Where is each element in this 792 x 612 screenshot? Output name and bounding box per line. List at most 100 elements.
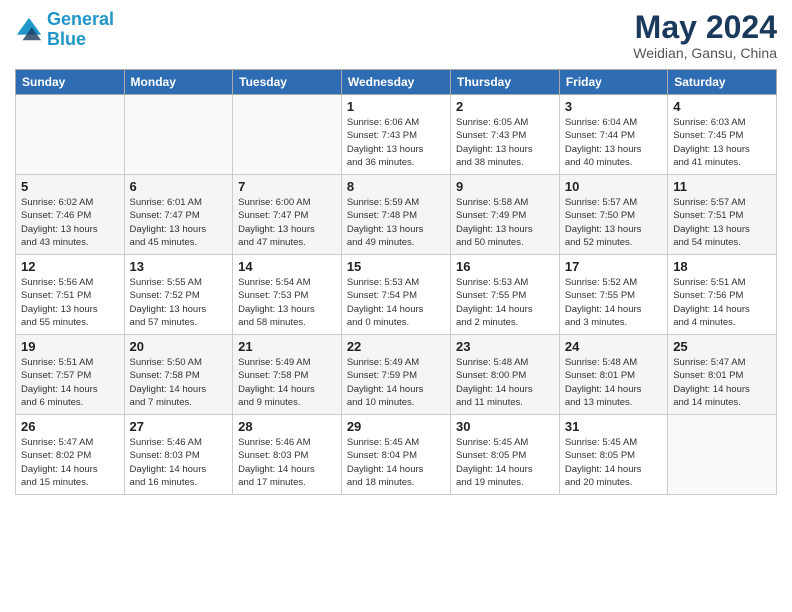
- col-monday: Monday: [124, 70, 233, 95]
- table-cell: 7Sunrise: 6:00 AM Sunset: 7:47 PM Daylig…: [233, 175, 342, 255]
- table-cell: 12Sunrise: 5:56 AM Sunset: 7:51 PM Dayli…: [16, 255, 125, 335]
- day-number: 3: [565, 99, 662, 114]
- day-info: Sunrise: 5:49 AM Sunset: 7:59 PM Dayligh…: [347, 356, 445, 409]
- day-number: 27: [130, 419, 228, 434]
- table-cell: 23 Sunrise: 5:48 AM Sunset: 8:00 PM Dayli…: [451, 335, 560, 415]
- day-info: Sunrise: 5:57 AM Sunset: 7:51 PM Dayligh…: [673, 196, 771, 249]
- table-cell: 19 Sunrise: 5:51 AM Sunset: 7:57 PM Dayli…: [16, 335, 125, 415]
- day-number: 9: [456, 179, 554, 194]
- day-info: Sunrise: 5:45 AM Sunset: 8:05 PM Dayligh…: [456, 436, 554, 489]
- table-cell: [124, 95, 233, 175]
- day-number: 8: [347, 179, 445, 194]
- col-thursday: Thursday: [451, 70, 560, 95]
- day-info: Sunrise: 5:45 AM Sunset: 8:05 PM Dayligh…: [565, 436, 662, 489]
- day-info: Sunrise: 5:53 AM Sunset: 7:55 PM Dayligh…: [456, 276, 554, 329]
- day-number: 26: [21, 419, 119, 434]
- day-info: Sunrise: 5:59 AM Sunset: 7:48 PM Dayligh…: [347, 196, 445, 249]
- table-cell: 5Sunrise: 6:02 AM Sunset: 7:46 PM Daylig…: [16, 175, 125, 255]
- table-cell: 27 Sunrise: 5:46 AM Sunset: 8:03 PM Dayli…: [124, 415, 233, 495]
- day-number: 10: [565, 179, 662, 194]
- day-number: 1: [347, 99, 445, 114]
- table-cell: 4 Sunrise: 6:03 AM Sunset: 7:45 PM Daylig…: [668, 95, 777, 175]
- day-info: Sunrise: 5:47 AM Sunset: 8:02 PM Dayligh…: [21, 436, 119, 489]
- day-info: Sunrise: 6:01 AM Sunset: 7:47 PM Dayligh…: [130, 196, 228, 249]
- table-cell: [233, 95, 342, 175]
- day-number: 19: [21, 339, 119, 354]
- table-cell: [16, 95, 125, 175]
- table-cell: 10Sunrise: 5:57 AM Sunset: 7:50 PM Dayli…: [559, 175, 667, 255]
- logo-icon: [15, 16, 43, 44]
- day-number: 13: [130, 259, 228, 274]
- day-info: Sunrise: 5:51 AM Sunset: 7:56 PM Dayligh…: [673, 276, 771, 329]
- table-cell: 20 Sunrise: 5:50 AM Sunset: 7:58 PM Dayli…: [124, 335, 233, 415]
- day-info: Sunrise: 6:05 AM Sunset: 7:43 PM Dayligh…: [456, 116, 554, 169]
- day-number: 4: [673, 99, 771, 114]
- day-number: 23: [456, 339, 554, 354]
- day-number: 25: [673, 339, 771, 354]
- day-info: Sunrise: 5:58 AM Sunset: 7:49 PM Dayligh…: [456, 196, 554, 249]
- day-number: 20: [130, 339, 228, 354]
- day-number: 29: [347, 419, 445, 434]
- logo-text: General Blue: [47, 10, 114, 50]
- logo: General Blue: [15, 10, 114, 50]
- day-info: Sunrise: 5:47 AM Sunset: 8:01 PM Dayligh…: [673, 356, 771, 409]
- day-info: Sunrise: 5:55 AM Sunset: 7:52 PM Dayligh…: [130, 276, 228, 329]
- table-cell: 13 Sunrise: 5:55 AM Sunset: 7:52 PM Dayli…: [124, 255, 233, 335]
- day-number: 6: [130, 179, 228, 194]
- table-cell: 15Sunrise: 5:53 AM Sunset: 7:54 PM Dayli…: [341, 255, 450, 335]
- day-number: 22: [347, 339, 445, 354]
- day-info: Sunrise: 5:46 AM Sunset: 8:03 PM Dayligh…: [238, 436, 336, 489]
- col-wednesday: Wednesday: [341, 70, 450, 95]
- week-row-1: 1Sunrise: 6:06 AM Sunset: 7:43 PM Daylig…: [16, 95, 777, 175]
- page: General Blue May 2024 Weidian, Gansu, Ch…: [0, 0, 792, 612]
- day-info: Sunrise: 6:00 AM Sunset: 7:47 PM Dayligh…: [238, 196, 336, 249]
- table-cell: [668, 415, 777, 495]
- table-cell: 30Sunrise: 5:45 AM Sunset: 8:05 PM Dayli…: [451, 415, 560, 495]
- month-title: May 2024: [633, 10, 777, 45]
- table-cell: 31 Sunrise: 5:45 AM Sunset: 8:05 PM Dayli…: [559, 415, 667, 495]
- table-cell: 21 Sunrise: 5:49 AM Sunset: 7:58 PM Dayli…: [233, 335, 342, 415]
- table-cell: 17 Sunrise: 5:52 AM Sunset: 7:55 PM Dayli…: [559, 255, 667, 335]
- title-block: May 2024 Weidian, Gansu, China: [633, 10, 777, 61]
- week-row-2: 5Sunrise: 6:02 AM Sunset: 7:46 PM Daylig…: [16, 175, 777, 255]
- day-info: Sunrise: 6:02 AM Sunset: 7:46 PM Dayligh…: [21, 196, 119, 249]
- day-info: Sunrise: 6:03 AM Sunset: 7:45 PM Dayligh…: [673, 116, 771, 169]
- day-number: 2: [456, 99, 554, 114]
- day-number: 31: [565, 419, 662, 434]
- week-row-4: 19 Sunrise: 5:51 AM Sunset: 7:57 PM Dayli…: [16, 335, 777, 415]
- day-info: Sunrise: 5:48 AM Sunset: 8:01 PM Dayligh…: [565, 356, 662, 409]
- table-cell: 6 Sunrise: 6:01 AM Sunset: 7:47 PM Daylig…: [124, 175, 233, 255]
- table-cell: 22 Sunrise: 5:49 AM Sunset: 7:59 PM Dayli…: [341, 335, 450, 415]
- calendar-table: Sunday Monday Tuesday Wednesday Thursday…: [15, 69, 777, 495]
- day-number: 17: [565, 259, 662, 274]
- table-cell: 8 Sunrise: 5:59 AM Sunset: 7:48 PM Daylig…: [341, 175, 450, 255]
- day-info: Sunrise: 5:52 AM Sunset: 7:55 PM Dayligh…: [565, 276, 662, 329]
- table-cell: 9 Sunrise: 5:58 AM Sunset: 7:49 PM Daylig…: [451, 175, 560, 255]
- col-tuesday: Tuesday: [233, 70, 342, 95]
- day-info: Sunrise: 5:53 AM Sunset: 7:54 PM Dayligh…: [347, 276, 445, 329]
- day-number: 28: [238, 419, 336, 434]
- day-info: Sunrise: 5:48 AM Sunset: 8:00 PM Dayligh…: [456, 356, 554, 409]
- table-cell: 1Sunrise: 6:06 AM Sunset: 7:43 PM Daylig…: [341, 95, 450, 175]
- day-number: 18: [673, 259, 771, 274]
- table-cell: 24Sunrise: 5:48 AM Sunset: 8:01 PM Dayli…: [559, 335, 667, 415]
- table-cell: 11Sunrise: 5:57 AM Sunset: 7:51 PM Dayli…: [668, 175, 777, 255]
- day-info: Sunrise: 5:51 AM Sunset: 7:57 PM Dayligh…: [21, 356, 119, 409]
- header: General Blue May 2024 Weidian, Gansu, Ch…: [15, 10, 777, 61]
- day-number: 21: [238, 339, 336, 354]
- table-cell: 2 Sunrise: 6:05 AM Sunset: 7:43 PM Daylig…: [451, 95, 560, 175]
- week-row-5: 26 Sunrise: 5:47 AM Sunset: 8:02 PM Dayli…: [16, 415, 777, 495]
- table-cell: 26 Sunrise: 5:47 AM Sunset: 8:02 PM Dayli…: [16, 415, 125, 495]
- table-cell: 29Sunrise: 5:45 AM Sunset: 8:04 PM Dayli…: [341, 415, 450, 495]
- day-info: Sunrise: 6:04 AM Sunset: 7:44 PM Dayligh…: [565, 116, 662, 169]
- table-cell: 18 Sunrise: 5:51 AM Sunset: 7:56 PM Dayli…: [668, 255, 777, 335]
- table-cell: 16Sunrise: 5:53 AM Sunset: 7:55 PM Dayli…: [451, 255, 560, 335]
- day-info: Sunrise: 5:54 AM Sunset: 7:53 PM Dayligh…: [238, 276, 336, 329]
- day-info: Sunrise: 5:46 AM Sunset: 8:03 PM Dayligh…: [130, 436, 228, 489]
- day-number: 14: [238, 259, 336, 274]
- day-info: Sunrise: 5:50 AM Sunset: 7:58 PM Dayligh…: [130, 356, 228, 409]
- day-info: Sunrise: 5:49 AM Sunset: 7:58 PM Dayligh…: [238, 356, 336, 409]
- week-row-3: 12Sunrise: 5:56 AM Sunset: 7:51 PM Dayli…: [16, 255, 777, 335]
- col-sunday: Sunday: [16, 70, 125, 95]
- table-cell: 3 Sunrise: 6:04 AM Sunset: 7:44 PM Daylig…: [559, 95, 667, 175]
